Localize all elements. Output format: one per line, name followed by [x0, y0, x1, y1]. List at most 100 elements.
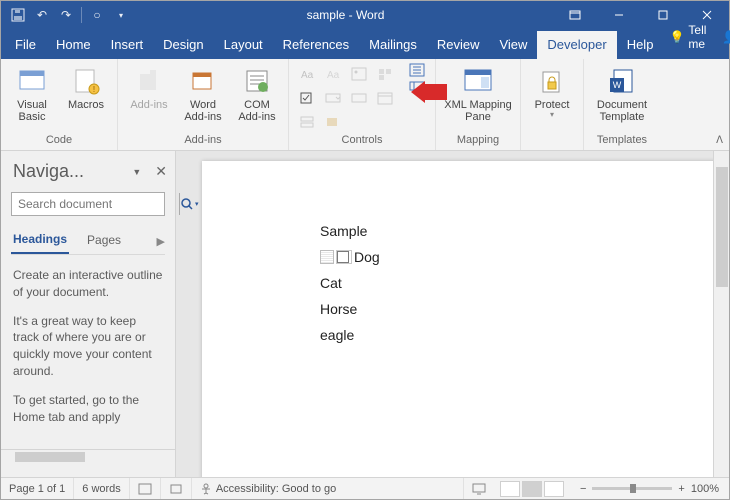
touch-mode-icon[interactable]: ○ [88, 6, 106, 24]
protect-button[interactable]: Protect ▾ [527, 63, 577, 120]
nav-close-icon[interactable]: ✕ [155, 163, 167, 180]
properties-icon[interactable] [405, 63, 429, 77]
status-accessibility[interactable]: Accessibility: Good to go [192, 478, 344, 499]
doc-line[interactable]: Sample [320, 223, 380, 239]
collapse-ribbon-icon[interactable]: ᐱ [716, 135, 723, 146]
tab-layout[interactable]: Layout [214, 31, 273, 59]
share-button[interactable]: 👤Share [716, 26, 730, 48]
vertical-scrollbar[interactable] [713, 151, 729, 477]
group-templates-label: Templates [590, 134, 654, 148]
qat-customize-icon[interactable]: ▾ [112, 6, 130, 24]
tab-help[interactable]: Help [617, 31, 664, 59]
com-addins-label: COM Add-ins [232, 99, 282, 123]
status-bar: Page 1 of 1 6 words Accessibility: Good … [1, 477, 729, 499]
checkbox-content-control[interactable] [336, 250, 352, 264]
doc-line[interactable]: Cat [320, 275, 380, 291]
checkbox-icon[interactable] [337, 251, 349, 263]
nav-tab-pages[interactable]: Pages [85, 229, 123, 253]
work-area: Naviga... ▼ ✕ ▾ Headings Pages ▶ Create … [1, 151, 729, 477]
nav-help-2: It's a great way to keep track of where … [13, 313, 163, 380]
document-template-button[interactable]: W Document Template [590, 63, 654, 123]
tab-file[interactable]: File [5, 31, 46, 59]
web-layout-icon[interactable] [544, 481, 564, 497]
nav-tabs: Headings Pages ▶ [11, 228, 165, 255]
xml-mapping-pane-button[interactable]: XML Mapping Pane [442, 63, 514, 123]
date-picker-control-icon[interactable] [373, 87, 397, 109]
nav-hscrollbar[interactable] [1, 449, 175, 463]
tab-review[interactable]: Review [427, 31, 490, 59]
tab-view[interactable]: View [489, 31, 537, 59]
content-control-handle-icon[interactable] [320, 250, 334, 264]
group-protect-label [527, 146, 577, 148]
addins-icon [133, 65, 165, 97]
document-area[interactable]: Sample Dog Cat Horse eagle [176, 151, 729, 477]
legacy-tools-icon[interactable] [321, 111, 345, 133]
protect-icon [536, 65, 568, 97]
status-macro-icon[interactable] [161, 478, 192, 499]
tab-developer[interactable]: Developer [537, 31, 616, 59]
ribbon-tabs: File Home Insert Design Layout Reference… [1, 29, 729, 59]
read-mode-icon[interactable] [500, 481, 520, 497]
doc-line[interactable]: Horse [320, 301, 380, 317]
status-words[interactable]: 6 words [74, 478, 130, 499]
controls-grid: Aa Aa [295, 63, 397, 133]
save-icon[interactable] [9, 6, 27, 24]
more-controls-icon[interactable] [373, 111, 397, 133]
group-templates: W Document Template Templates [584, 59, 660, 150]
minimize-button[interactable] [597, 1, 641, 29]
ribbon-display-options[interactable] [553, 1, 597, 29]
search-input[interactable] [12, 197, 179, 211]
nav-title: Naviga... [13, 161, 128, 182]
nav-dropdown-icon[interactable]: ▼ [132, 167, 141, 177]
word-addins-button[interactable]: Word Add-ins [178, 63, 228, 123]
tab-home[interactable]: Home [46, 31, 101, 59]
status-display-settings-icon[interactable] [463, 478, 494, 499]
redo-icon[interactable]: ↷ [57, 6, 75, 24]
print-layout-icon[interactable] [522, 481, 542, 497]
plain-text-control-icon[interactable]: Aa [321, 63, 345, 85]
status-language-icon[interactable] [130, 478, 161, 499]
zoom-out-icon[interactable]: − [580, 483, 586, 495]
nav-tab-headings[interactable]: Headings [11, 228, 69, 254]
visual-basic-label: Visual Basic [7, 99, 57, 123]
doc-checkbox-line[interactable]: Dog [320, 249, 380, 265]
zoom-level[interactable]: 100% [691, 483, 719, 495]
checkbox-control-icon[interactable] [295, 87, 319, 109]
doc-line[interactable]: eagle [320, 327, 380, 343]
repeating-section-icon[interactable] [295, 111, 319, 133]
addins-button[interactable]: Add-ins [124, 63, 174, 111]
red-arrow-callout [411, 81, 447, 108]
document-page[interactable]: Sample Dog Cat Horse eagle [202, 161, 729, 477]
quick-access-toolbar: ↶ ↷ ○ ▾ [1, 6, 138, 24]
tab-insert[interactable]: Insert [101, 31, 154, 59]
nav-tab-more-icon[interactable]: ▶ [157, 235, 165, 248]
zoom-in-icon[interactable]: + [678, 483, 684, 495]
picture-control-icon[interactable] [347, 63, 371, 85]
status-page[interactable]: Page 1 of 1 [1, 478, 74, 499]
combobox-control-icon[interactable] [321, 87, 345, 109]
com-addins-button[interactable]: COM Add-ins [232, 63, 282, 123]
tab-design[interactable]: Design [153, 31, 213, 59]
tell-me[interactable]: 💡Tell me [663, 19, 712, 55]
rich-text-control-icon[interactable]: Aa [295, 63, 319, 85]
group-mapping: XML Mapping Pane Mapping [436, 59, 521, 150]
zoom-slider[interactable] [592, 487, 672, 490]
nav-help-1: Create an interactive outline of your do… [13, 267, 163, 301]
design-mode-icon[interactable] [347, 111, 371, 133]
macros-button[interactable]: ! Macros [61, 63, 111, 111]
building-block-control-icon[interactable] [373, 63, 397, 85]
word-addins-label: Word Add-ins [178, 99, 228, 123]
tab-mailings[interactable]: Mailings [359, 31, 427, 59]
svg-text:W: W [613, 80, 622, 90]
nav-search[interactable]: ▾ [11, 192, 165, 216]
document-content[interactable]: Sample Dog Cat Horse eagle [320, 223, 380, 353]
tab-references[interactable]: References [273, 31, 359, 59]
visual-basic-button[interactable]: Visual Basic [7, 63, 57, 123]
qat-separator [81, 7, 82, 23]
svg-text:!: ! [93, 85, 95, 94]
window-title: sample - Word [138, 8, 553, 22]
doc-line[interactable]: Dog [354, 249, 380, 265]
undo-icon[interactable]: ↶ [33, 6, 51, 24]
group-code: Visual Basic ! Macros Code [1, 59, 118, 150]
dropdown-control-icon[interactable] [347, 87, 371, 109]
